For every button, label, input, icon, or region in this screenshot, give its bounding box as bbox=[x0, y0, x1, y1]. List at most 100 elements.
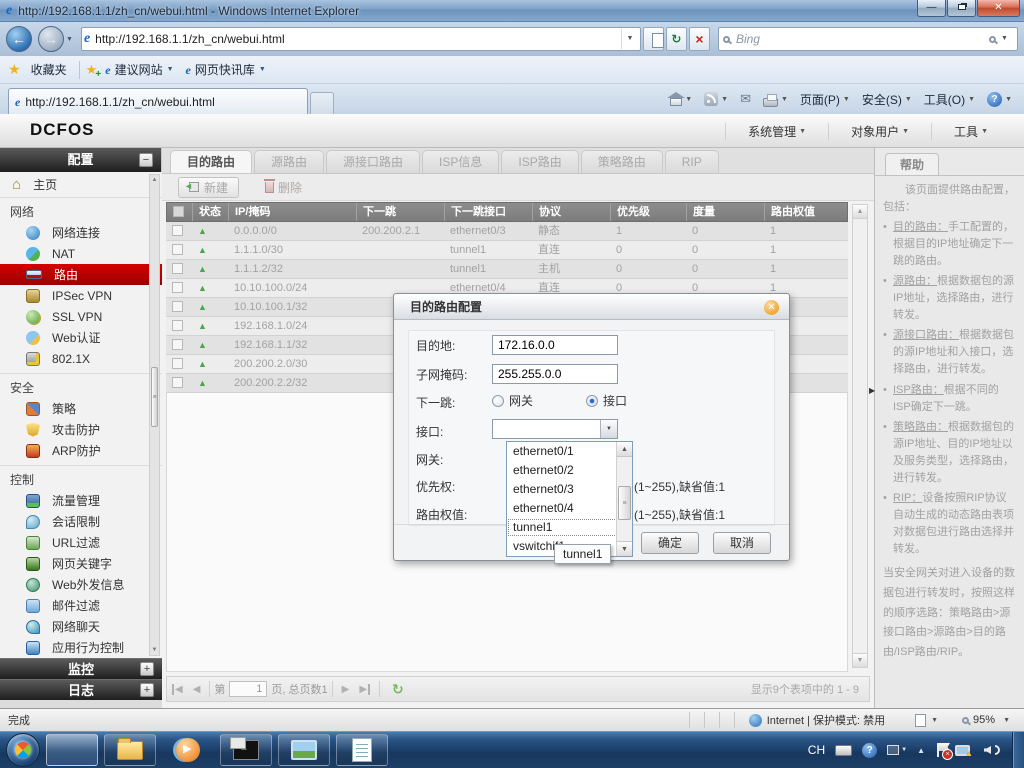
taskbar-app-button[interactable] bbox=[336, 734, 388, 766]
sidebar-item[interactable]: 802.1X bbox=[0, 348, 162, 369]
search-placeholder[interactable]: Bing bbox=[736, 32, 989, 46]
sidebar-item[interactable]: 策略 bbox=[0, 398, 162, 419]
refresh-button[interactable]: ↻ bbox=[665, 27, 687, 51]
keyboard-icon[interactable] bbox=[835, 744, 853, 756]
show-hidden-icons[interactable]: ▲ bbox=[917, 746, 925, 755]
app-top-menu[interactable]: 对象用户 ▼ bbox=[828, 122, 931, 140]
scroll-up-icon[interactable]: ▲ bbox=[853, 205, 867, 219]
sidebar-item[interactable]: 流量管理 bbox=[0, 490, 162, 511]
recent-pages-dropdown-icon[interactable]: ▼ bbox=[66, 36, 73, 43]
sidebar-item[interactable]: ARP防护 bbox=[0, 440, 162, 461]
dropdown-scrollbar[interactable]: ▲ ≡ ▼ bbox=[616, 442, 632, 556]
row-checkbox[interactable] bbox=[172, 282, 183, 293]
interface-radio[interactable]: 接口 bbox=[586, 392, 627, 409]
help-term-link[interactable]: ISP路由： bbox=[893, 384, 944, 396]
show-desktop-button[interactable] bbox=[1012, 731, 1024, 768]
home-button[interactable]: ▼ bbox=[664, 91, 698, 108]
table-row[interactable]: ▲ 1.1.1.2/32 tunnel1 主机 0 0 1 bbox=[166, 260, 848, 279]
action-center-flag-icon[interactable] bbox=[937, 743, 953, 760]
search-go-icon[interactable] bbox=[988, 35, 996, 43]
app-top-menu[interactable]: 工具 ▼ bbox=[931, 122, 1010, 140]
help-tab[interactable]: 帮助 bbox=[885, 153, 940, 175]
help-button[interactable]: ? ▼ bbox=[981, 90, 1018, 109]
app-top-menu[interactable]: 系统管理 ▼ bbox=[725, 122, 828, 140]
sidebar-item[interactable]: 邮件过滤 bbox=[0, 595, 162, 616]
taskbar-app-button[interactable] bbox=[278, 734, 330, 766]
help-term-link[interactable]: RIP： bbox=[893, 492, 922, 504]
row-checkbox[interactable] bbox=[172, 320, 183, 331]
url-dropdown-icon[interactable]: ▼ bbox=[620, 29, 638, 49]
feeds-button[interactable]: ▼ bbox=[698, 90, 734, 108]
compatibility-view-button[interactable] bbox=[642, 27, 665, 51]
prev-page-button[interactable]: ◀ bbox=[193, 684, 201, 695]
new-tab-button[interactable] bbox=[310, 92, 334, 114]
page-menu[interactable]: 页面(P) ▼ bbox=[794, 89, 856, 110]
expand-icon[interactable]: + bbox=[140, 662, 154, 676]
table-row[interactable]: ▲ 0.0.0.0/0 200.200.2.1 ethernet0/3 静态 1… bbox=[166, 222, 848, 241]
security-zone[interactable]: Internet | 保护模式: 禁用 bbox=[748, 712, 885, 728]
sidebar-item-home[interactable]: ⌂ 主页 bbox=[0, 172, 162, 198]
row-checkbox[interactable] bbox=[172, 358, 183, 369]
sidebar-item[interactable]: URL过滤 bbox=[0, 532, 162, 553]
help-tray-icon[interactable]: ? bbox=[862, 742, 878, 758]
route-tab[interactable]: 源接口路由 bbox=[326, 150, 421, 173]
url-field[interactable]: e http://192.168.1.1/zh_cn/webui.html ▼ bbox=[80, 27, 641, 51]
taskbar-app-button[interactable] bbox=[220, 734, 272, 766]
route-tab[interactable]: ISP路由 bbox=[501, 150, 579, 173]
dialog-close-icon[interactable]: ✕ bbox=[764, 300, 779, 315]
route-tab[interactable]: 目的路由 bbox=[170, 150, 253, 173]
last-page-button[interactable]: ▶ bbox=[359, 683, 371, 695]
zoom-tool-button[interactable]: ▼ bbox=[915, 713, 938, 727]
ok-button[interactable]: 确定 bbox=[641, 532, 699, 554]
row-checkbox[interactable] bbox=[172, 225, 183, 236]
language-indicator[interactable]: CH bbox=[808, 743, 825, 757]
expand-icon[interactable]: + bbox=[140, 683, 154, 697]
tools-menu[interactable]: 工具(O) ▼ bbox=[918, 89, 981, 110]
window-tray-icon[interactable] bbox=[887, 745, 900, 755]
scroll-down-icon[interactable]: ▼ bbox=[853, 653, 867, 667]
read-mail-button[interactable]: ✉ bbox=[734, 89, 757, 109]
help-term-link[interactable]: 策略路由： bbox=[893, 421, 948, 433]
collapse-button[interactable]: − bbox=[139, 153, 153, 167]
url-text[interactable]: http://192.168.1.1/zh_cn/webui.html bbox=[95, 32, 621, 46]
select-all-checkbox[interactable] bbox=[173, 206, 184, 217]
sidebar-scrollbar[interactable]: ▲ ≡ ▼ bbox=[149, 174, 160, 656]
scroll-up-icon[interactable]: ▲ bbox=[617, 442, 632, 457]
taskbar-app-button[interactable] bbox=[46, 734, 98, 766]
subnet-mask-input[interactable]: 255.255.0.0 bbox=[492, 364, 618, 384]
help-term-link[interactable]: 源路由： bbox=[893, 275, 937, 287]
sidebar-item[interactable]: NAT bbox=[0, 243, 162, 264]
browser-tab[interactable]: e http://192.168.1.1/zh_cn/webui.html bbox=[8, 88, 308, 114]
destination-input[interactable]: 172.16.0.0 bbox=[492, 335, 618, 355]
next-page-button[interactable]: ▶ bbox=[342, 684, 350, 695]
back-button[interactable]: ← bbox=[6, 26, 32, 52]
dropdown-option[interactable]: ethernet0/2 bbox=[507, 461, 632, 480]
stop-button[interactable]: × bbox=[688, 27, 710, 51]
sidebar-item[interactable]: 会话限制 bbox=[0, 511, 162, 532]
help-collapse-icon[interactable]: ▶ bbox=[869, 386, 875, 395]
close-button[interactable]: ✕ bbox=[977, 0, 1020, 17]
web-slices-button[interactable]: e 网页快讯库 ▼ bbox=[180, 58, 272, 81]
dropdown-icon[interactable]: ▼ bbox=[901, 747, 907, 753]
scroll-thumb[interactable]: ≡ bbox=[151, 367, 158, 427]
scroll-up-icon[interactable]: ▲ bbox=[150, 175, 159, 185]
taskbar-app-button[interactable] bbox=[104, 734, 156, 766]
sidebar-item[interactable]: SSL VPN bbox=[0, 306, 162, 327]
search-dropdown-icon[interactable]: ▼ bbox=[996, 29, 1013, 49]
sidebar-item[interactable]: Web外发信息 bbox=[0, 574, 162, 595]
suggested-sites-button[interactable]: e 建议网站 ▼ bbox=[99, 58, 179, 81]
delete-button[interactable]: 删除 bbox=[264, 178, 302, 196]
forward-button[interactable]: → bbox=[38, 26, 64, 52]
sidebar-item[interactable]: Web认证 bbox=[0, 327, 162, 348]
table-scrollbar[interactable]: ▲ ▼ bbox=[852, 204, 868, 668]
gateway-radio[interactable]: 网关 bbox=[492, 392, 533, 409]
sidebar-item[interactable]: 攻击防护 bbox=[0, 419, 162, 440]
row-checkbox[interactable] bbox=[172, 339, 183, 350]
route-tab[interactable]: 源路由 bbox=[254, 150, 325, 173]
dropdown-option[interactable]: tunnel1 bbox=[507, 518, 632, 537]
sidebar-item[interactable]: 路由 bbox=[0, 264, 162, 285]
sidebar-item[interactable]: IPSec VPN bbox=[0, 285, 162, 306]
scroll-thumb[interactable]: ≡ bbox=[618, 486, 631, 520]
taskbar-app-button[interactable] bbox=[162, 734, 214, 766]
sidebar-item[interactable]: 应用行为控制 bbox=[0, 637, 162, 658]
